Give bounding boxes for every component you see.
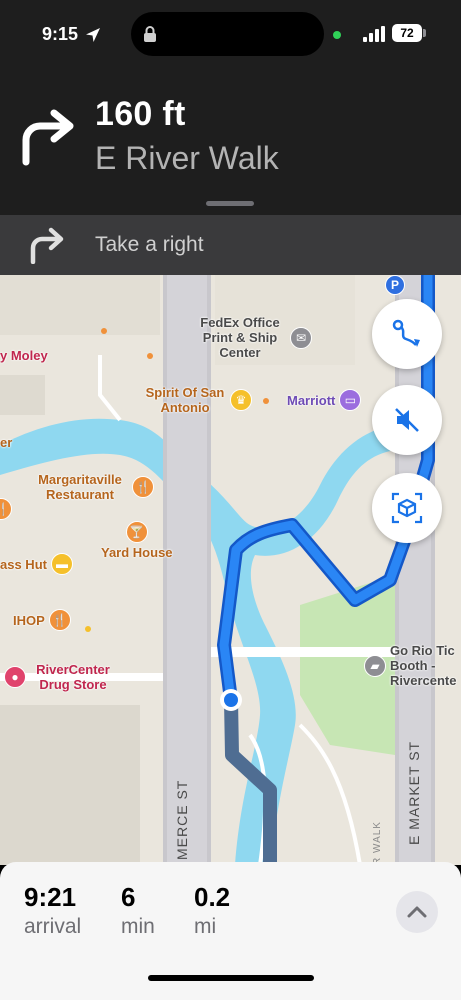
distance-unit: mi <box>194 915 217 938</box>
poi-label: FedEx Office Print & Ship Center <box>200 315 280 360</box>
poi-yard-house[interactable]: 🍸 Yard House <box>101 521 173 560</box>
parking-icon: P <box>385 275 405 295</box>
poi-label: RiverCenter Drug Store <box>36 662 110 692</box>
signal-icon <box>363 26 385 42</box>
poi-dot <box>101 328 107 334</box>
poi-dot <box>147 353 153 359</box>
eta-duration: 6 min <box>121 882 155 939</box>
fork-knife-icon: 🍴 <box>48 609 71 631</box>
lock-icon <box>144 26 156 42</box>
poi-label: Spirit Of San Antonio <box>145 385 225 415</box>
fork-knife-icon: 🍴 <box>0 498 12 520</box>
eta-arrival: 9:21 arrival <box>24 882 81 939</box>
pill-icon: ● <box>4 666 26 688</box>
battery-level: 72 <box>392 24 422 42</box>
fork-knife-icon: 🍴 <box>132 476 154 498</box>
duration-unit: min <box>121 915 155 938</box>
status-bar: 9:15 72 <box>0 0 461 70</box>
next-maneuver-text: Take a right <box>95 233 204 256</box>
home-indicator[interactable] <box>148 975 314 981</box>
bed-icon: ▭ <box>339 389 362 411</box>
route-overview-button[interactable] <box>372 299 442 369</box>
maneuver-street: E River Walk <box>95 140 279 176</box>
poi-er[interactable]: er <box>0 435 12 450</box>
3d-view-icon <box>391 492 423 524</box>
poi-fedex[interactable]: FedEx Office Print & Ship Center ✉ <box>192 315 312 360</box>
banner-grabber[interactable] <box>206 201 254 206</box>
crown-icon: ♛ <box>230 389 252 411</box>
status-time: 9:15 <box>42 24 79 44</box>
dynamic-island <box>131 12 324 56</box>
location-arrow-icon <box>86 28 100 42</box>
poi-label: IHOP <box>13 612 45 628</box>
poi-label: Marriott <box>287 392 336 408</box>
turn-right-arrow-icon <box>22 109 74 166</box>
eta-distance: 0.2 mi <box>194 882 230 939</box>
poi-rivercenter-drug-store[interactable]: ● RiverCenter Drug Store <box>4 662 116 692</box>
cocktail-icon: 🍸 <box>125 521 148 543</box>
poi-label: Go Rio Tic Booth - Rivercente <box>390 643 457 688</box>
poi-moley[interactable]: y Moley <box>0 348 48 363</box>
arrival-value: 9:21 <box>24 882 77 912</box>
poi-hut[interactable]: ass Hut ▬ <box>0 553 73 575</box>
route-icon <box>392 319 420 347</box>
poi-label: er <box>0 435 13 450</box>
poi-label: Margaritaville Restaurant <box>38 472 122 502</box>
next-maneuver-banner[interactable] <box>0 215 461 275</box>
expand-button[interactable] <box>396 891 438 933</box>
maneuver-distance: 160 ft <box>95 95 186 133</box>
mute-button[interactable] <box>372 385 442 455</box>
poi-dot <box>263 398 269 404</box>
duration-value: 6 <box>121 882 136 912</box>
street-market: E MARKET ST <box>406 740 422 845</box>
parking-marker[interactable]: P <box>385 275 405 295</box>
street-riverwalk: R WALK <box>372 821 383 865</box>
camera-indicator <box>333 31 341 39</box>
speaker-muted-icon <box>395 408 419 432</box>
poi-marriott[interactable]: Marriott ▭ <box>287 389 362 411</box>
poi-ihop[interactable]: IHOP 🍴 <box>13 609 71 631</box>
takeout-icon: ▬ <box>50 553 73 575</box>
ticket-icon: ▰ <box>364 654 386 677</box>
street-commerce: MERCE ST <box>174 779 190 860</box>
turn-right-arrow-icon <box>30 227 64 264</box>
poi-label: y Moley <box>0 348 48 363</box>
arrival-unit: arrival <box>24 915 82 938</box>
poi-restaurant-edge[interactable]: 🍴 <box>0 498 12 520</box>
3d-view-button[interactable] <box>372 473 442 543</box>
poi-margaritaville[interactable]: Margaritaville Restaurant 🍴 <box>30 472 154 502</box>
mail-icon: ✉ <box>290 326 312 349</box>
distance-value: 0.2 <box>194 882 231 912</box>
battery-tip <box>423 29 426 37</box>
poi-go-rio[interactable]: ▰ Go Rio Tic Booth - Rivercente <box>364 643 461 688</box>
poi-label: Yard House <box>101 545 173 560</box>
poi-spirit-of-san-antonio[interactable]: Spirit Of San Antonio ♛ <box>142 385 252 415</box>
poi-label: ass Hut <box>0 556 47 572</box>
chevron-up-icon <box>407 906 427 918</box>
poi-dot <box>85 626 91 632</box>
